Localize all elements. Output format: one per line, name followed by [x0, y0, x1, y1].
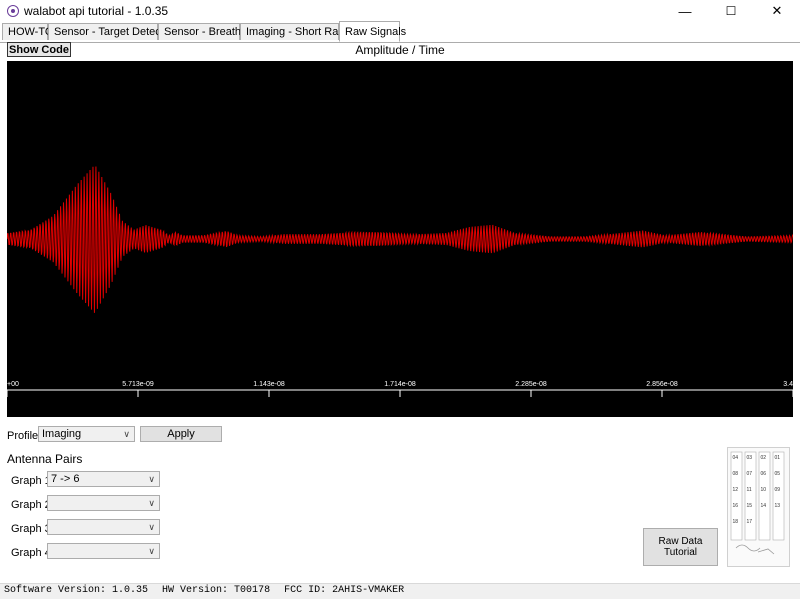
board-circuitry — [735, 544, 775, 555]
window-title: walabot api tutorial - 1.0.35 — [24, 4, 169, 18]
antenna-label: 18 — [733, 519, 739, 525]
maximize-button[interactable]: ☐ — [708, 0, 754, 22]
tab-how-to[interactable]: HOW-TO — [2, 23, 53, 40]
antenna-label: 08 — [733, 471, 739, 477]
antenna-label: 14 — [761, 503, 767, 509]
antenna-label: 05 — [775, 471, 781, 477]
show-code-button[interactable]: Show Code — [7, 42, 71, 57]
antenna-label: 07 — [747, 471, 753, 477]
tab-sensor-target-detection[interactable]: Sensor - Target Detection — [48, 23, 179, 40]
hw-version: HW Version: T00178 — [162, 585, 271, 596]
graph-2-select[interactable]: ∨ — [47, 495, 160, 511]
antenna-pairs-title: Antenna Pairs — [7, 452, 83, 466]
tab-strip: HOW-TO Sensor - Target Detection Sensor … — [0, 21, 800, 43]
x-tick-label: 5.713e-09 — [122, 381, 154, 388]
amplitude-time-plot: +00 5.713e-09 1.143e-08 1.714e-08 2.285e-08 2… — [7, 61, 793, 417]
profile-label: Profile: — [7, 430, 42, 442]
antenna-label: 09 — [775, 487, 781, 493]
x-tick-label: 1.143e-08 — [253, 381, 285, 388]
graph-1-value: 7 -> 6 — [51, 473, 80, 485]
apply-button[interactable]: Apply — [140, 426, 222, 442]
fcc-id: FCC ID: 2AHIS-VMAKER — [284, 585, 405, 596]
x-tick-label: 2.285e-08 — [515, 381, 547, 388]
tab-sensor-breathing[interactable]: Sensor - Breathing — [158, 23, 256, 40]
status-bar: Software Version: 1.0.35 HW Version: T00… — [0, 583, 800, 599]
graph-3-select[interactable]: ∨ — [47, 519, 160, 535]
antenna-label: 12 — [733, 487, 739, 493]
software-version: Software Version: 1.0.35 — [4, 585, 149, 596]
x-tick-label: 3.4 — [783, 381, 793, 388]
chevron-down-icon: ∨ — [148, 498, 155, 508]
x-tick-label: 2.856e-08 — [646, 381, 678, 388]
chart-title: Amplitude / Time — [355, 43, 445, 57]
antenna-label: 11 — [747, 487, 752, 493]
chevron-down-icon: ∨ — [148, 522, 155, 532]
close-button[interactable]: ✕ — [754, 0, 800, 22]
antenna-label: 10 — [761, 487, 767, 493]
profile-select-value: Imaging — [42, 428, 82, 440]
antenna-label: 03 — [747, 455, 753, 461]
antenna-column — [772, 451, 785, 541]
antenna-column — [730, 451, 743, 541]
antenna-label: 06 — [761, 471, 767, 477]
x-tick-label: 1.714e-08 — [384, 381, 416, 388]
graph-4-select[interactable]: ∨ — [47, 543, 160, 559]
antenna-label: 15 — [747, 503, 753, 509]
chevron-down-icon: ∨ — [148, 546, 155, 556]
antenna-label: 17 — [747, 519, 753, 525]
graph-1-select[interactable]: 7 -> 6 ∨ — [47, 471, 160, 487]
antenna-label: 04 — [733, 455, 739, 461]
board-columns — [730, 451, 785, 541]
minimize-button[interactable]: — — [662, 0, 708, 22]
antenna-column — [758, 451, 771, 541]
tab-raw-signals[interactable]: Raw Signals — [339, 21, 406, 42]
antenna-label: 01 — [775, 455, 781, 461]
title-bar: walabot api tutorial - 1.0.35 — ☐ ✕ — [0, 0, 800, 22]
chevron-down-icon: ∨ — [148, 474, 155, 484]
raw-data-tutorial-button[interactable]: Raw Data Tutorial — [643, 528, 718, 566]
antenna-label: 16 — [733, 503, 739, 509]
x-tick-label: +00 — [7, 381, 19, 388]
app-icon — [7, 5, 19, 17]
antenna-column — [744, 451, 757, 541]
antenna-label: 13 — [775, 503, 781, 509]
tab-imaging-short-range[interactable]: Imaging - Short Range — [240, 23, 357, 40]
antenna-board-image: 04 03 02 01 08 07 06 05 12 11 10 09 16 15 14 13 18 17 — [727, 447, 790, 567]
antenna-label: 02 — [761, 455, 767, 461]
chevron-down-icon: ∨ — [123, 429, 130, 439]
profile-select[interactable]: Imaging ∨ — [38, 426, 135, 442]
